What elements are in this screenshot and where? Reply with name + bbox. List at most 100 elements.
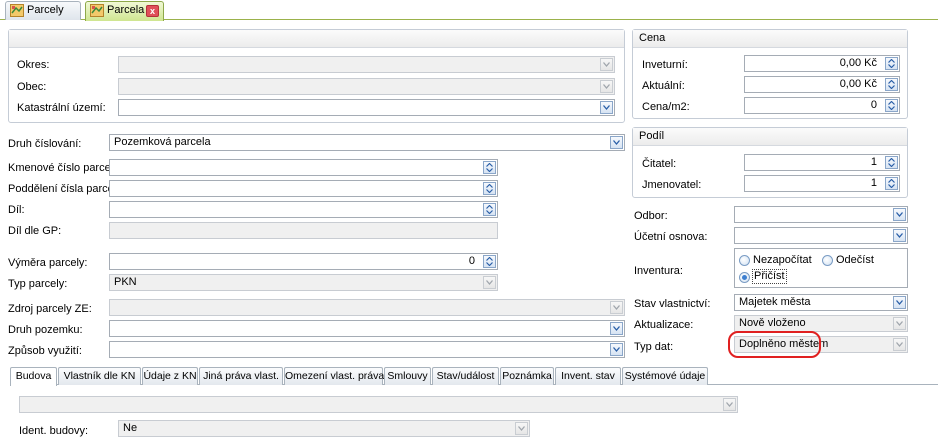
tab-vlastnik-dle-kn[interactable]: Vlastník dle KN [58,367,141,385]
tab-parcela[interactable]: Parcela x [85,1,164,21]
chevron-down-icon[interactable] [600,58,613,71]
tab-invent-stav[interactable]: Invent. stav [555,367,621,385]
dil-field[interactable] [109,201,498,218]
tab-omezeni-vlast-prava[interactable]: Omezení vlast. práva [284,367,384,385]
tab-stav-udalost[interactable]: Stav/událost [432,367,499,385]
chevron-down-icon[interactable] [483,276,496,289]
druh-cislovani-combo[interactable]: Pozemková parcela [109,134,625,151]
dil-dle-gp-field [109,222,498,239]
aktualizace-label: Aktualizace: [634,319,694,331]
chevron-down-icon[interactable] [610,322,623,335]
druh-cislovani-value: Pozemková parcela [114,136,211,148]
odbor-combo[interactable] [734,206,908,223]
zpusob-vyuziti-combo[interactable] [109,341,625,358]
citatel-field[interactable]: 1 [744,154,900,171]
jmenovatel-label: Jmenovatel: [642,179,702,191]
chevron-down-icon[interactable] [723,398,736,411]
tab-parcela-label: Parcela [107,4,145,16]
ident-budovy-value: Ne [123,422,138,434]
druh-cislovani-label: Druh číslování: [8,138,82,150]
aktualizace-value: Nově vloženo [739,317,806,329]
kmenove-cislo-field[interactable] [109,159,498,176]
tab-parcely[interactable]: Parcely [5,1,81,20]
dil-label: Díl: [8,204,25,216]
chevron-down-icon[interactable] [600,80,613,93]
katastralni-uzemi-label: Katastrální území: [17,102,106,114]
chevron-down-icon[interactable] [610,301,623,314]
radio-odecist-label: Odečíst [836,254,874,266]
poddeleni-field[interactable] [109,180,498,197]
ident-budovy-combo[interactable]: Ne [118,420,530,437]
spin-updown-icon[interactable] [885,156,898,169]
chevron-down-icon[interactable] [893,317,906,330]
spin-updown-icon[interactable] [885,99,898,112]
typ-parcely-combo[interactable]: PKN [109,274,498,291]
typ-parcely-label: Typ parcely: [8,278,68,290]
okres-label: Okres: [17,59,50,71]
citatel-value: 1 [870,156,877,168]
radio-odecist[interactable] [822,255,833,266]
typ-parcely-value: PKN [114,276,137,288]
cena-panel-title: Cena [633,30,907,48]
druh-pozemku-label: Druh pozemku: [8,324,83,336]
inventurni-field[interactable]: 0,00 Kč [744,55,900,72]
vymera-value: 0 [468,255,475,267]
druh-pozemku-combo[interactable] [109,320,625,337]
chevron-down-icon[interactable] [893,338,906,351]
chevron-down-icon[interactable] [610,136,623,149]
obec-label: Obec: [17,81,47,93]
tab-systemove-udaje[interactable]: Systémové údaje [622,367,708,385]
parcel-map-icon [90,4,104,17]
odbor-label: Odbor: [634,210,668,222]
chevron-down-icon[interactable] [893,229,906,242]
spin-updown-icon[interactable] [483,203,496,216]
inventurni-value: 0,00 Kč [839,57,877,69]
ident-budovy-label: Ident. budovy: [19,425,89,437]
chevron-down-icon[interactable] [893,296,906,309]
spin-updown-icon[interactable] [885,177,898,190]
citatel-label: Čitatel: [642,158,677,170]
inventurni-label: Inveturní: [642,59,688,71]
cena-m2-value: 0 [870,99,877,111]
budova-combo[interactable] [19,396,738,413]
chevron-down-icon[interactable] [610,343,623,356]
cena-m2-field[interactable]: 0 [744,97,900,114]
stav-vlastnictvi-combo[interactable]: Majetek města [734,294,908,311]
tab-udaje-z-kn[interactable]: Údaje z KN [142,367,198,385]
spin-updown-icon[interactable] [885,78,898,91]
jmenovatel-field[interactable]: 1 [744,175,900,192]
obec-combo[interactable] [118,78,615,95]
radio-nezapocitat[interactable] [739,255,750,266]
inventura-label: Inventura: [634,265,683,277]
chevron-down-icon[interactable] [515,422,528,435]
spin-updown-icon[interactable] [483,182,496,195]
tab-jina-prava-vlast[interactable]: Jiná práva vlast. [199,367,283,385]
spin-updown-icon[interactable] [483,255,496,268]
stav-vlastnictvi-value: Majetek města [739,296,811,308]
stav-vlastnictvi-label: Stav vlastnictví: [634,298,711,310]
tab-poznamka[interactable]: Poznámka [500,367,554,385]
tab-budova[interactable]: Budova [10,367,57,386]
ucetni-osnova-label: Účetní osnova: [634,231,708,243]
spin-updown-icon[interactable] [885,57,898,70]
chevron-down-icon[interactable] [600,101,613,114]
aktualni-label: Aktuální: [642,80,685,92]
aktualizace-combo[interactable]: Nově vloženo [734,315,908,332]
jmenovatel-value: 1 [870,177,877,189]
aktualni-field[interactable]: 0,00 Kč [744,76,900,93]
close-icon[interactable]: x [146,5,159,17]
spin-updown-icon[interactable] [483,161,496,174]
inventura-radio-group: Nezapočítat Odečíst Přičíst [734,248,908,288]
chevron-down-icon[interactable] [893,208,906,221]
radio-pricist[interactable] [739,272,750,283]
tab-smlouvy[interactable]: Smlouvy [384,367,431,385]
okres-combo[interactable] [118,56,615,73]
typ-dat-highlight-ring [728,331,821,358]
katastralni-uzemi-combo[interactable] [118,99,615,116]
ucetni-osnova-combo[interactable] [734,227,908,244]
typ-dat-label: Typ dat: [634,341,674,353]
vymera-field[interactable]: 0 [109,253,498,270]
zpusob-vyuziti-label: Způsob využití: [8,345,82,357]
kmenove-cislo-label: Kmenové číslo parcely: [8,162,122,174]
zdroj-parcely-combo[interactable] [109,299,625,316]
